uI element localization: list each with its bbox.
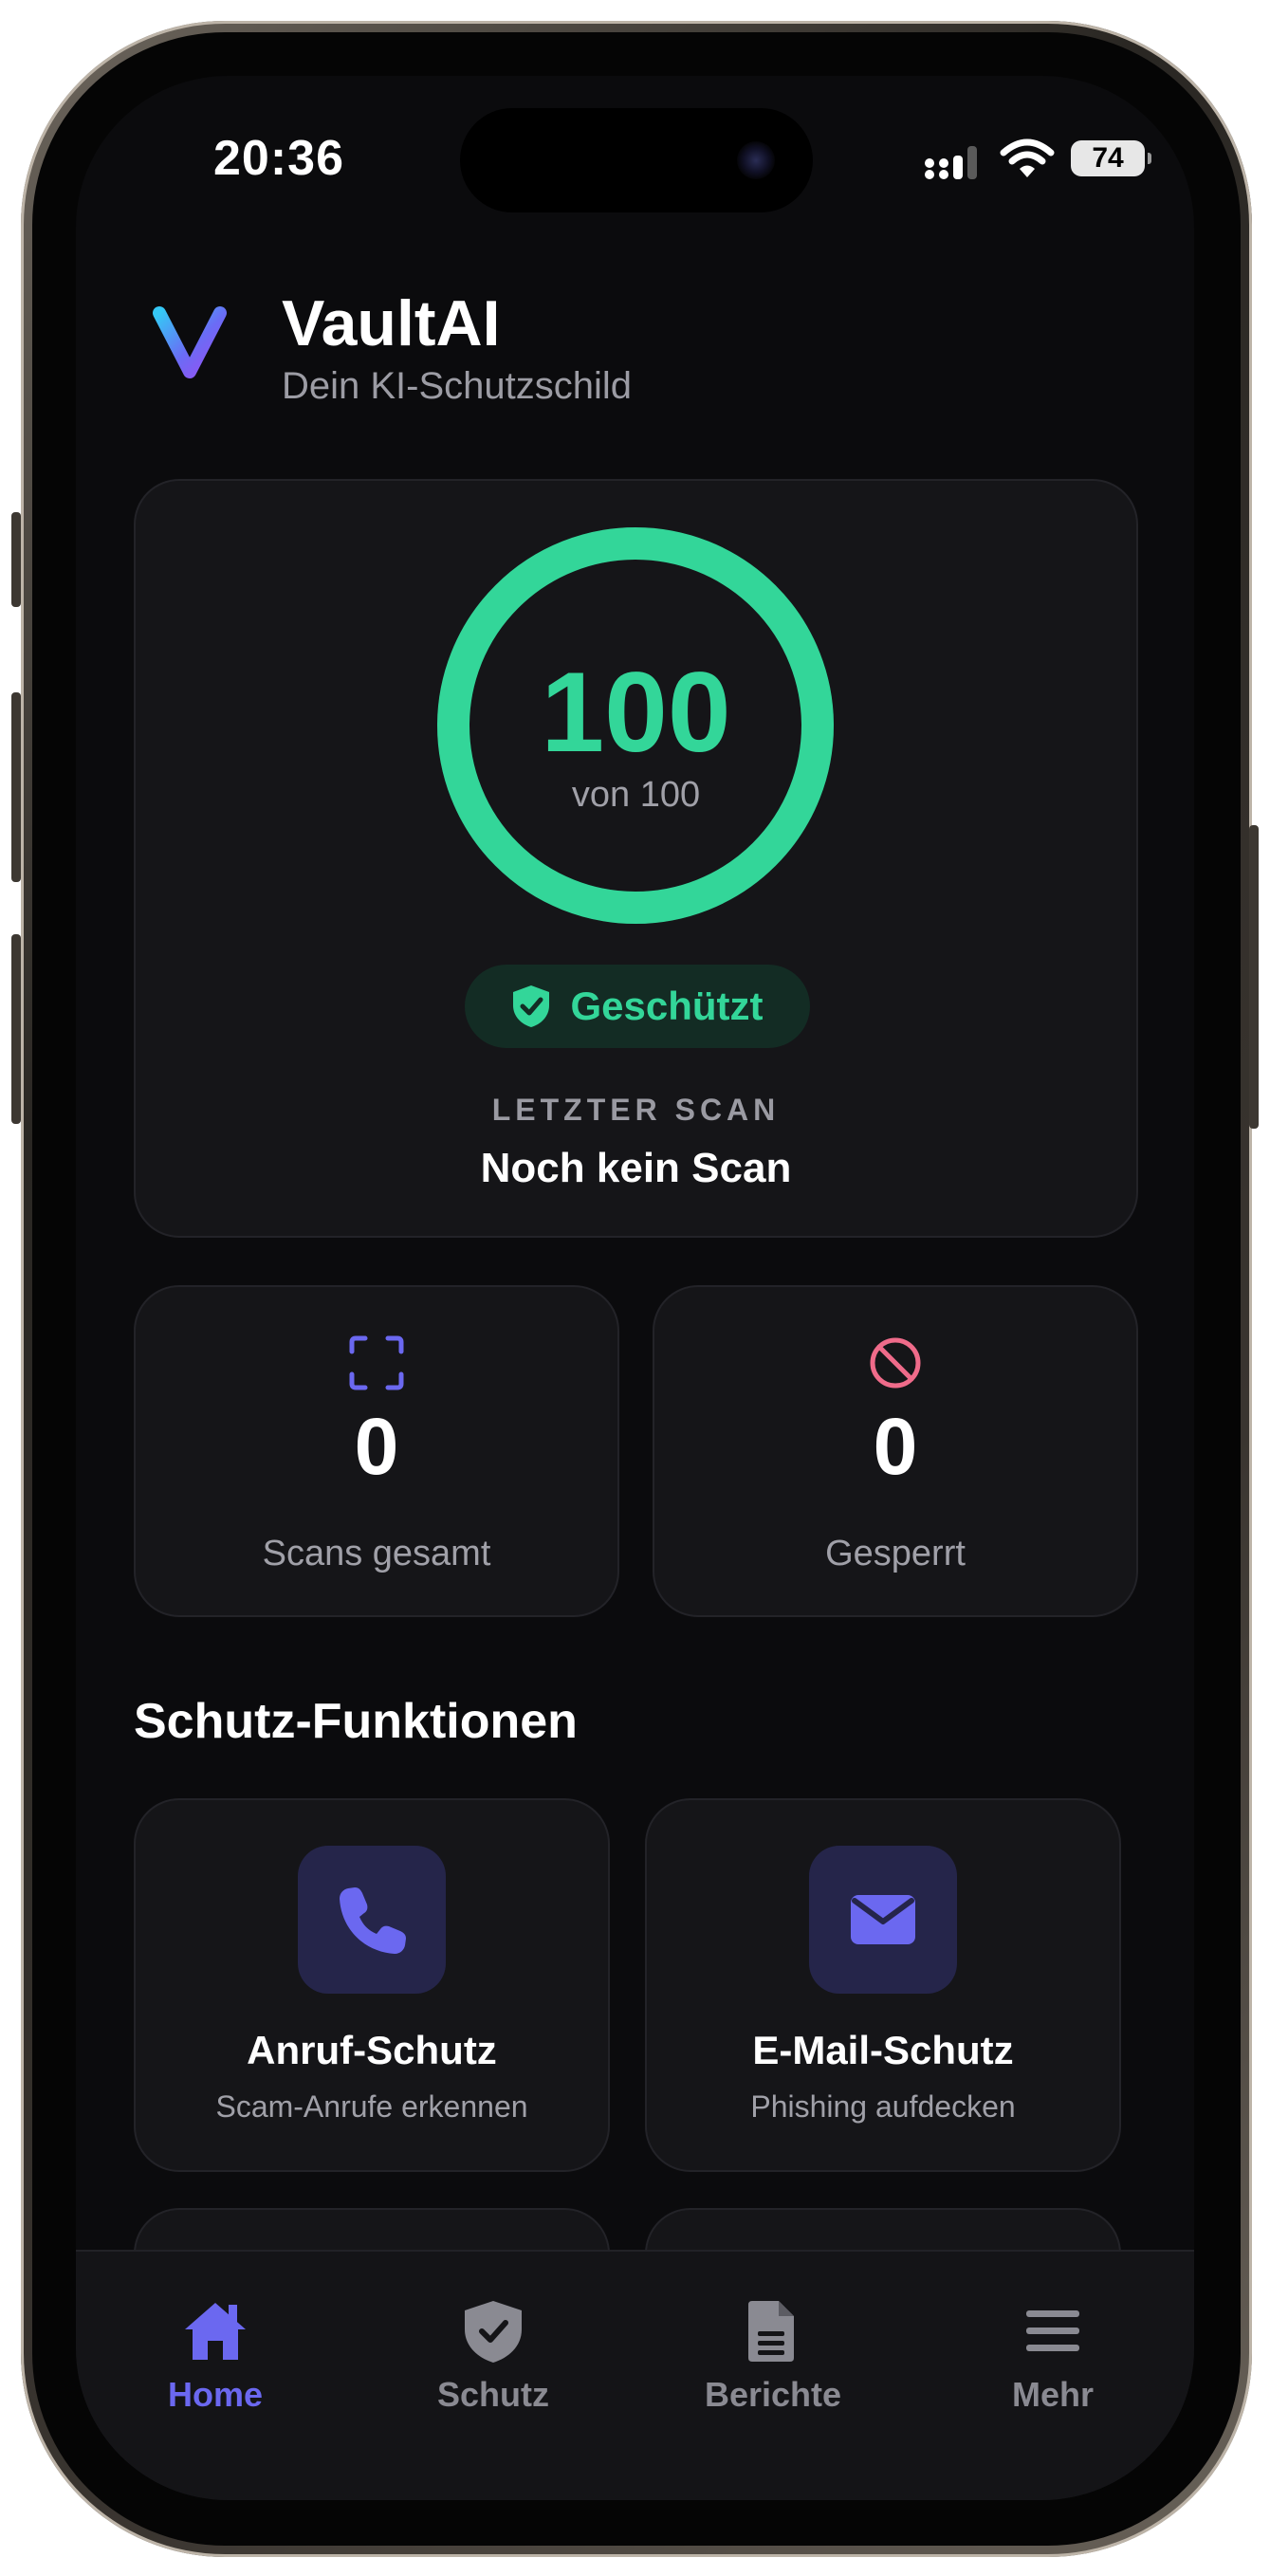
- feature-title: Anruf-Schutz: [247, 2028, 497, 2072]
- feature-icon-box: [809, 1846, 957, 1994]
- vaultai-logo-icon: [153, 306, 227, 378]
- tab-schutz[interactable]: Schutz: [379, 2297, 607, 2430]
- section-title: Schutz-Funktionen: [134, 1694, 578, 1749]
- scan-frame-icon: [349, 1335, 404, 1390]
- status-badge: Geschützt: [465, 965, 810, 1048]
- volume-down-button: [11, 934, 21, 1124]
- power-button: [1249, 825, 1259, 1129]
- stat-label: Scans gesamt: [262, 1534, 491, 1573]
- security-score-card: 100 von 100 Geschützt LETZTER SCAN Noch …: [134, 479, 1138, 1238]
- stat-card-blocked[interactable]: 0 Gesperrt: [653, 1285, 1138, 1617]
- stat-value: 0: [873, 1402, 918, 1491]
- volume-up-button: [11, 692, 21, 882]
- tab-berichte[interactable]: Berichte: [659, 2297, 887, 2430]
- tab-label: Berichte: [704, 2375, 842, 2414]
- shield-check-icon: [513, 985, 550, 1027]
- status-time: 20:36: [213, 131, 344, 186]
- score-value: 100: [541, 649, 731, 776]
- action-button: [11, 512, 21, 607]
- document-icon: [748, 2301, 794, 2362]
- phone-icon: [340, 1887, 406, 1954]
- front-camera: [737, 141, 775, 179]
- stat-label: Gesperrt: [825, 1534, 966, 1573]
- score-max: von 100: [571, 775, 701, 815]
- feature-description: Scam-Anrufe erkennen: [215, 2089, 528, 2124]
- cellular-signal-icon: [925, 146, 977, 179]
- mail-icon: [851, 1895, 915, 1944]
- stat-card-scans[interactable]: 0 Scans gesamt: [134, 1285, 619, 1617]
- tab-label: Home: [167, 2375, 264, 2414]
- feature-title: E-Mail-Schutz: [752, 2028, 1014, 2072]
- blocked-icon: [870, 1337, 921, 1389]
- tab-home[interactable]: Home: [101, 2297, 329, 2430]
- app-subtitle: Dein KI-Schutzschild: [282, 365, 633, 407]
- feature-description: Phishing aufdecken: [750, 2089, 1016, 2124]
- tab-bar: Home Schutz Berichte Mehr: [76, 2250, 1194, 2500]
- home-icon: [185, 2303, 246, 2360]
- stat-value: 0: [354, 1402, 399, 1491]
- status-text: Geschützt: [570, 984, 764, 1028]
- menu-icon: [1026, 2310, 1079, 2351]
- last-scan-value: Noch kein Scan: [480, 1145, 792, 1191]
- shield-check-icon: [465, 2301, 522, 2363]
- tab-label: Schutz: [436, 2375, 549, 2414]
- battery-level: 74: [1092, 142, 1124, 174]
- app-title: VaultAI: [282, 287, 501, 359]
- dynamic-island: [460, 108, 813, 212]
- wifi-icon: [1000, 138, 1055, 177]
- tab-label: Mehr: [1011, 2375, 1094, 2414]
- feature-card-email-protection[interactable]: E-Mail-Schutz Phishing aufdecken: [645, 1798, 1121, 2172]
- battery-icon: 74: [1071, 140, 1151, 176]
- feature-card-call-protection[interactable]: Anruf-Schutz Scam-Anrufe erkennen: [134, 1798, 610, 2172]
- tab-mehr[interactable]: Mehr: [939, 2297, 1167, 2430]
- feature-icon-box: [298, 1846, 446, 1994]
- last-scan-label: LETZTER SCAN: [491, 1093, 781, 1127]
- app-screen: 20:36 74 VaultAI Dein KI-Schutzschild 10…: [76, 76, 1194, 2500]
